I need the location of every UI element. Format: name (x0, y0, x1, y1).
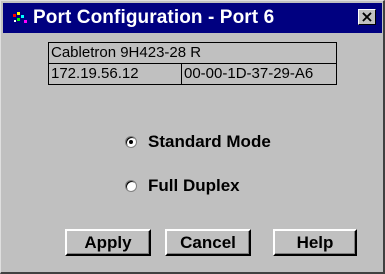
device-info-table: Cabletron 9H423-28 R 172.19.56.12 00-00-… (48, 42, 337, 85)
table-row: 172.19.56.12 00-00-1D-37-29-A6 (48, 63, 337, 85)
apply-button[interactable]: Apply (65, 229, 151, 256)
device-model: Cabletron 9H423-28 R (48, 42, 337, 64)
help-button[interactable]: Help (273, 229, 357, 256)
title-bar[interactable]: Port Configuration - Port 6 × (3, 3, 382, 33)
device-mac-address: 00-00-1D-37-29-A6 (181, 63, 337, 85)
close-button[interactable]: × (358, 9, 376, 25)
standard-mode-radio[interactable] (125, 136, 137, 148)
table-row: Cabletron 9H423-28 R (48, 42, 337, 64)
full-duplex-radio[interactable] (125, 180, 137, 192)
device-ip-address: 172.19.56.12 (48, 63, 182, 85)
standard-mode-label: Standard Mode (148, 132, 271, 151)
close-icon: × (360, 7, 374, 26)
port-configuration-dialog: Port Configuration - Port 6 × Cabletron … (0, 0, 385, 274)
full-duplex-label: Full Duplex (148, 176, 240, 195)
full-duplex-option[interactable]: Full Duplex (125, 174, 240, 198)
standard-mode-option[interactable]: Standard Mode (125, 130, 271, 154)
window-title: Port Configuration - Port 6 (33, 7, 275, 28)
network-app-icon (13, 12, 27, 23)
cancel-button[interactable]: Cancel (165, 229, 251, 256)
